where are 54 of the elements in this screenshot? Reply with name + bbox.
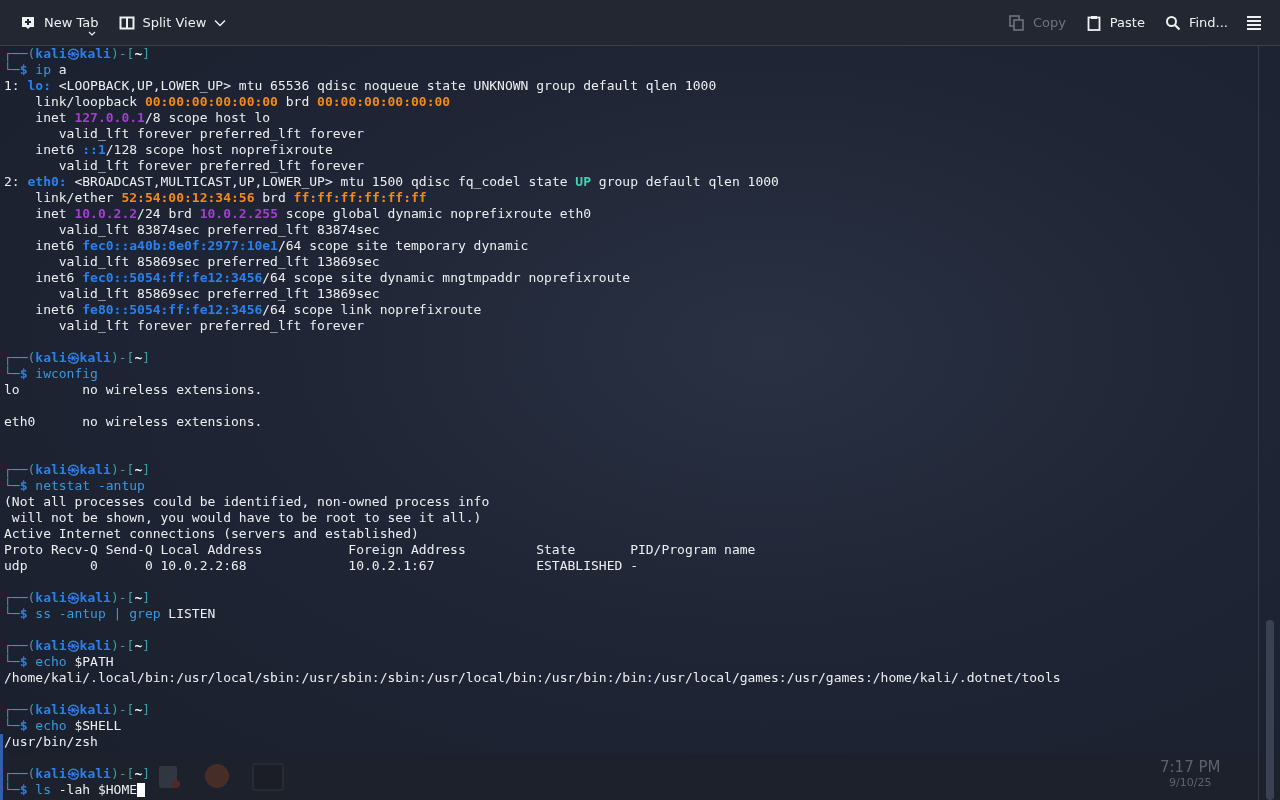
output-line: Active Internet connections (servers and established): [4, 526, 419, 542]
output-line: inet6 ::1/128 scope host noprefixroute: [34, 142, 333, 158]
command-line: └─$ ls -lah $HOME: [4, 782, 138, 798]
chevron-down-icon: [214, 18, 227, 27]
prompt-line: ┌──(kali㉿kali)-[~]: [4, 766, 151, 782]
command-line: └─$ netstat -antup: [4, 478, 145, 494]
new-tab-button[interactable]: New Tab: [12, 8, 107, 37]
prompt-line: ┌──(kali㉿kali)-[~]: [4, 590, 151, 606]
clock-date: 9/10/25: [1169, 776, 1212, 789]
output-line: Proto Recv-Q Send-Q Local Address Foreign Address State PID/Program name: [4, 542, 756, 558]
paste-button[interactable]: Paste: [1077, 8, 1153, 37]
output-line: 1: lo: <LOOPBACK,UP,LOWER_UP> mtu 65536 qdisc noqueue state UNKNOWN group default qlen 1000: [4, 78, 717, 94]
output-line: inet6 fec0::a40b:8e0f:2977:10e1/64 scope site temporary dynamic: [34, 238, 529, 254]
prompt-line: ┌──(kali㉿kali)-[~]: [4, 462, 151, 478]
copy-icon: [1008, 14, 1025, 31]
output-line: inet 10.0.2.2/24 brd 10.0.2.255 scope global dynamic noprefixroute eth0: [34, 206, 592, 222]
split-view-button[interactable]: Split View: [110, 8, 235, 37]
output-line: udp 0 0 10.0.2.2:68 10.0.2.1:67 ESTABLISHED -: [4, 558, 638, 574]
output-line: (Not all processes could be identified, non-owned process info: [4, 494, 490, 510]
output-line: /usr/bin/zsh: [4, 734, 98, 750]
output-line: valid_lft forever preferred_lft forever: [57, 158, 365, 174]
command-line: └─$ ip a: [4, 62, 67, 78]
clock-time: 7:17 PM: [1160, 758, 1221, 776]
output-line: /home/kali/.local/bin:/usr/local/sbin:/usr/sbin:/sbin:/usr/local/bin:/usr/bin:/bin:/usr/local/games:/usr/games:/home/kali/.dotnet/tools: [4, 670, 1061, 686]
find-button[interactable]: Find...: [1156, 8, 1236, 37]
prompt-line: ┌──(kali㉿kali)-[~]: [4, 638, 151, 654]
prompt-line: ┌──(kali㉿kali)-[~]: [4, 702, 151, 718]
output-line: eth0 no wireless extensions.: [4, 414, 263, 430]
output-line: will not be shown, you would have to be root to see it all.): [10, 510, 482, 526]
output-line: valid_lft forever preferred_lft forever: [57, 318, 365, 334]
output-line: link/loopback 00:00:00:00:00:00 brd 00:00:00:00:00:00: [34, 94, 451, 110]
command-line: └─$ ss -antup | grep LISTEN: [4, 606, 216, 622]
command-line: └─$ echo $PATH: [4, 654, 114, 670]
output-line: valid_lft forever preferred_lft forever: [57, 126, 365, 142]
output-line: valid_lft 83874sec preferred_lft 83874sec: [57, 222, 380, 238]
output-line: link/ether 52:54:00:12:34:56 brd ff:ff:ff:ff:ff:ff: [34, 190, 427, 206]
menu-icon: [1246, 15, 1262, 30]
clipboard-icon: [1085, 14, 1102, 31]
split-view-icon: [118, 14, 135, 31]
output-line: valid_lft 85869sec preferred_lft 13869sec: [57, 286, 380, 302]
output-line: inet6 fec0::5054:ff:fe12:3456/64 scope site dynamic mngtmpaddr noprefixroute: [34, 270, 631, 286]
command-line: └─$ echo $SHELL: [4, 718, 122, 734]
prompt-line: ┌──(kali㉿kali)-[~]: [4, 350, 151, 366]
command-line: └─$ iwconfig: [4, 366, 98, 382]
prompt-line: ┌──(kali㉿kali)-[~]: [4, 46, 151, 62]
new-tab-icon: [20, 14, 36, 31]
output-line: valid_lft 85869sec preferred_lft 13869sec: [57, 254, 380, 270]
search-icon: [1164, 14, 1181, 31]
caret-icon: [88, 30, 96, 37]
output-line: inet 127.0.0.1/8 scope host lo: [34, 110, 271, 126]
output-line: inet6 fe80::5054:ff:fe12:3456/64 scope link noprefixroute: [34, 302, 482, 318]
app-icon[interactable]: [156, 764, 182, 790]
output-line: 2: eth0: <BROADCAST,MULTICAST,UP,LOWER_UP> mtu 1500 qdisc fq_codel state UP group default qlen 1000: [4, 174, 779, 190]
output-line: lo no wireless extensions.: [4, 382, 263, 398]
